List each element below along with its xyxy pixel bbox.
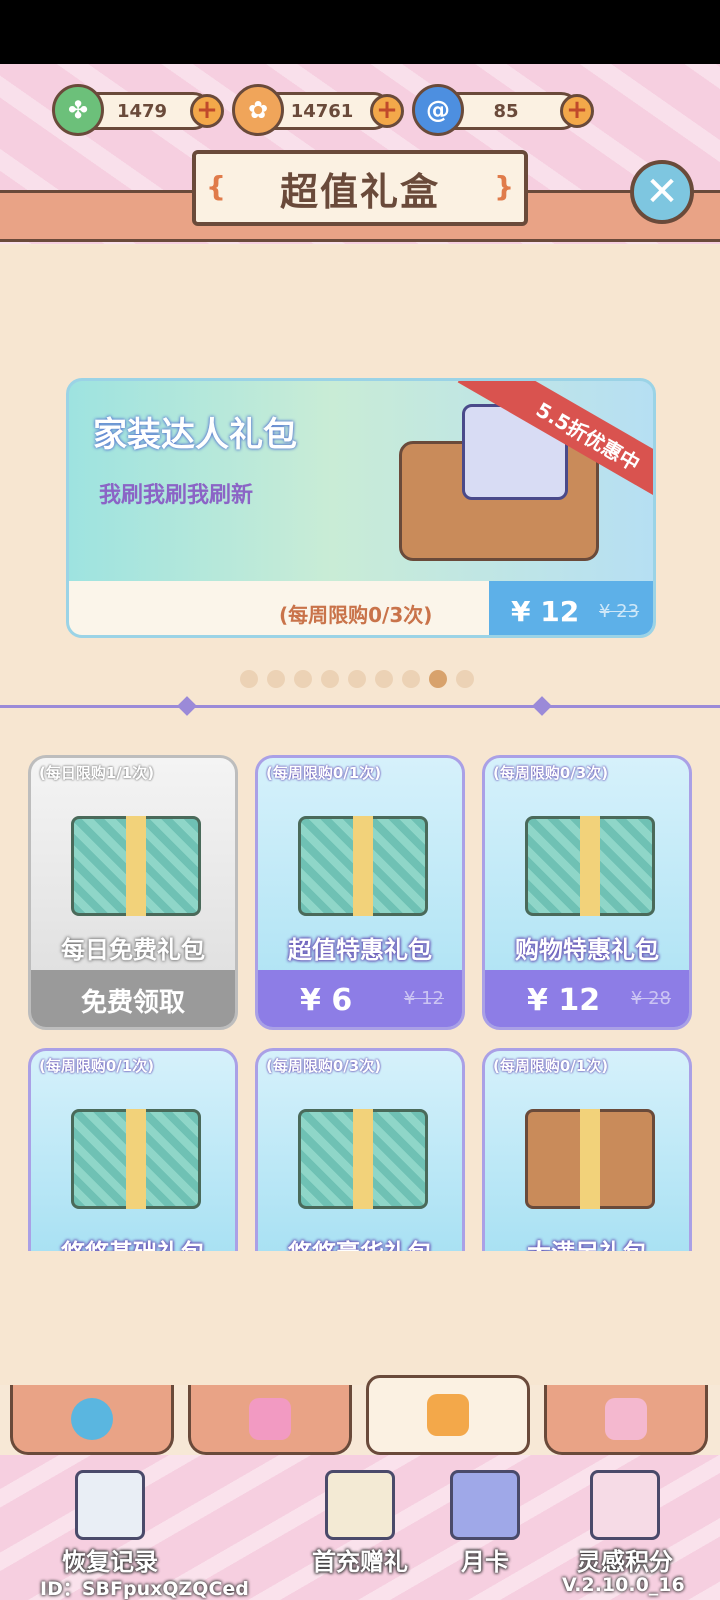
gift-box-image: [71, 816, 201, 916]
gift-card-big-satisfaction[interactable]: (每周限购0/1次) 大满足礼包: [482, 1048, 692, 1251]
card-title: 购物特惠礼包: [515, 936, 659, 964]
first-recharge-gift-label: 首充赠礼: [312, 1548, 408, 1576]
carousel-dot[interactable]: [456, 670, 474, 688]
card-title: 每日免费礼包: [61, 936, 205, 964]
page-title-plate: { 超值礼盒 }: [192, 150, 528, 226]
card-title: 超值特惠礼包: [288, 936, 432, 964]
left-scroll-decoration: {: [206, 170, 226, 203]
card-price: ¥ 6: [300, 982, 353, 1018]
restore-records-label: 恢复记录: [62, 1548, 158, 1576]
carousel-dot[interactable]: [267, 670, 285, 688]
page-title: 超值礼盒: [279, 169, 440, 214]
gift-card-basic[interactable]: (每周限购0/1次) 悠悠基础礼包: [28, 1048, 238, 1251]
carousel-dot[interactable]: [294, 670, 312, 688]
card-purchase-limit: (每周限购0/3次): [266, 1057, 382, 1075]
gift-card-shopping-deal[interactable]: (每周限购0/3次) 购物特惠礼包 ¥ 12 ¥ 28: [482, 755, 692, 1030]
monthly-card-button[interactable]: 月卡: [420, 1470, 550, 1580]
gift-box-image: [298, 816, 428, 916]
gift-basket-image: [399, 404, 599, 561]
envelope-icon: [325, 1470, 395, 1540]
card-price: 免费领取: [80, 987, 185, 1018]
card-original-price: ¥ 12: [403, 988, 444, 1009]
add-clover-button[interactable]: +: [190, 94, 224, 128]
coin-icon: ✿: [232, 84, 284, 136]
carousel-dot[interactable]: [402, 670, 420, 688]
card-purchase-limit: (每周限购0/3次): [493, 764, 609, 782]
carousel-dot-active[interactable]: [429, 670, 447, 688]
card-purchase-limit: (每周限购0/1次): [39, 1057, 155, 1075]
banner-buy-button[interactable]: ¥ 12 ¥ 23: [489, 581, 653, 635]
currency-bar: 1479 ✤ + 14761 ✿ + 85 @ +: [0, 84, 720, 140]
close-icon: ✕: [645, 169, 679, 215]
clipboard-icon: [75, 1470, 145, 1540]
tab-gift[interactable]: [366, 1375, 530, 1455]
first-recharge-gift-button[interactable]: 首充赠礼: [295, 1470, 425, 1580]
card-purchase-limit: (每日限购1/1次): [39, 764, 155, 782]
card-price: ¥ 12: [527, 982, 601, 1018]
gift-box-image: [71, 1109, 201, 1209]
card-purchase-limit: (每周限购0/1次): [493, 1057, 609, 1075]
inspiration-points-label: 灵感积分: [577, 1548, 673, 1576]
carousel-indicator: [240, 670, 474, 688]
featured-banner[interactable]: 家装达人礼包 我刷我刷我刷新 5.5折优惠中 (每周限购0/3次) ¥ 12 ¥…: [66, 378, 656, 638]
gift-card-deluxe[interactable]: (每周限购0/3次) 悠悠豪华礼包: [255, 1048, 465, 1251]
carousel-dot[interactable]: [348, 670, 366, 688]
gift-card-daily-free[interactable]: (每日限购1/1次) 每日免费礼包 免费领取: [28, 755, 238, 1030]
buy-button[interactable]: ¥ 12 ¥ 28: [485, 970, 689, 1027]
version-text: V.2.10.0_16: [562, 1574, 685, 1596]
banner-subtitle: 我刷我刷我刷新: [99, 483, 254, 508]
card-title: 大满足礼包: [485, 1233, 689, 1251]
gift-tab-icon: [427, 1394, 469, 1436]
swirl-tab-icon: [71, 1397, 113, 1440]
buy-button[interactable]: ¥ 6 ¥ 12: [258, 970, 462, 1027]
card-purchase-limit: (每周限购0/1次): [266, 764, 382, 782]
gift-box-image: [298, 1109, 428, 1209]
restore-records-button[interactable]: 恢复记录: [45, 1470, 175, 1580]
banner-title: 家装达人礼包: [93, 415, 297, 455]
claim-free-button[interactable]: 免费领取: [31, 970, 235, 1027]
right-scroll-decoration: }: [494, 170, 514, 203]
gift-basket-image: [525, 1109, 655, 1209]
add-coin-button[interactable]: +: [370, 94, 404, 128]
carousel-dot[interactable]: [240, 670, 258, 688]
inspiration-points-button[interactable]: 灵感积分: [560, 1470, 690, 1580]
category-tabs: [0, 1375, 720, 1455]
close-button[interactable]: ✕: [630, 160, 694, 224]
shirt-tab-icon: [249, 1397, 291, 1440]
gift-card-value-deal[interactable]: (每周限购0/1次) 超值特惠礼包 ¥ 6 ¥ 12: [255, 755, 465, 1030]
status-bar: [0, 0, 720, 64]
tab-swirl[interactable]: [10, 1385, 174, 1455]
clover-icon: ✤: [52, 84, 104, 136]
player-id: ID：SBFpuxQZQCed: [40, 1578, 249, 1600]
card-icon: [450, 1470, 520, 1540]
tab-scroll[interactable]: [544, 1385, 708, 1455]
banner-price: ¥ 12: [511, 594, 580, 628]
banner-purchase-limit: (每周限购0/3次): [279, 603, 433, 627]
add-swirl-button[interactable]: +: [560, 94, 594, 128]
monthly-card-label: 月卡: [461, 1548, 509, 1576]
gift-box-image: [525, 816, 655, 916]
card-original-price: ¥ 28: [630, 988, 671, 1009]
swirl-icon: @: [412, 84, 464, 136]
tab-clothing[interactable]: [188, 1385, 352, 1455]
lightbulb-icon: [590, 1470, 660, 1540]
scroll-tab-icon: [605, 1397, 647, 1440]
carousel-dot[interactable]: [321, 670, 339, 688]
card-title: 悠悠基础礼包: [31, 1233, 235, 1251]
card-title: 悠悠豪华礼包: [258, 1233, 462, 1251]
banner-original-price: ¥ 23: [599, 601, 640, 622]
section-divider: [0, 705, 720, 708]
carousel-dot[interactable]: [375, 670, 393, 688]
